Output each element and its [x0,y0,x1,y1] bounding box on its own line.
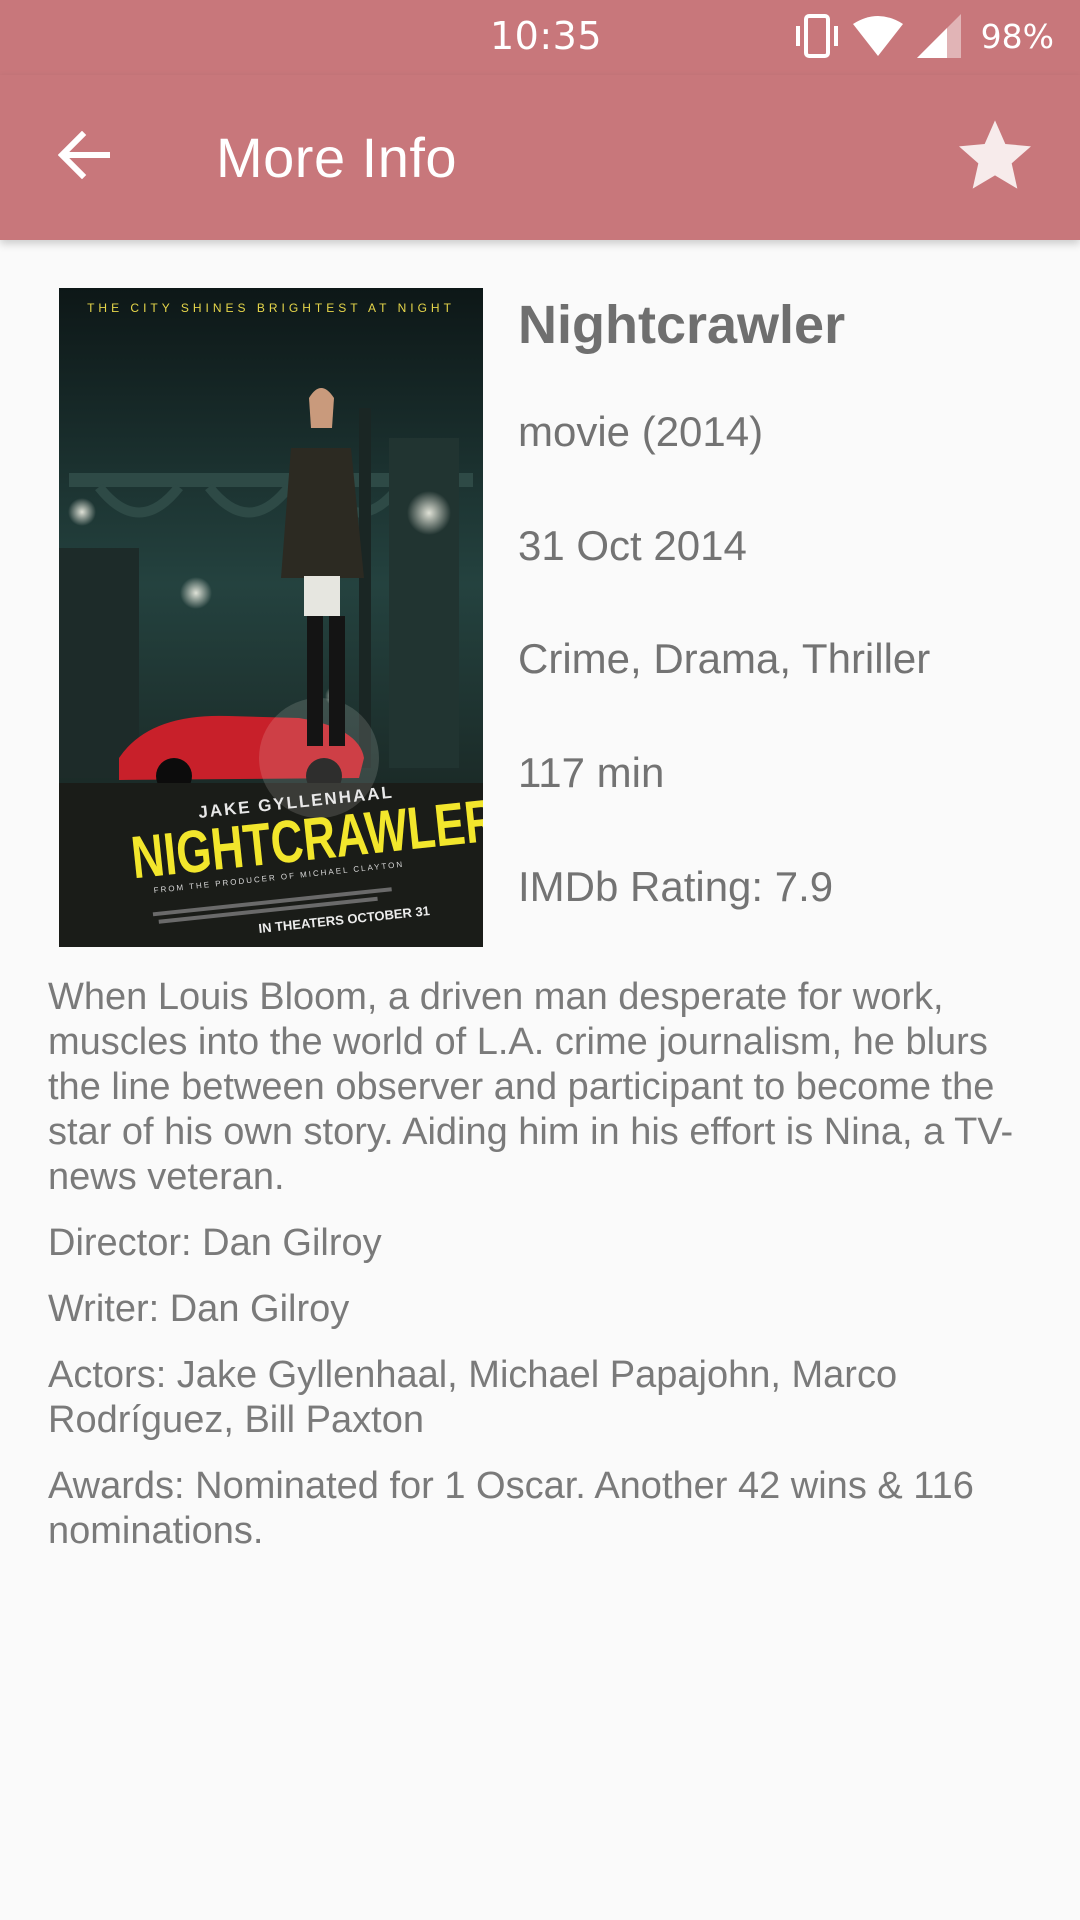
battery-percent: 98% [980,16,1054,56]
favorite-button[interactable] [950,112,1040,202]
genre: Crime, Drama, Thriller [518,635,931,682]
status-time: 10:35 [490,14,603,58]
plot: When Louis Bloom, a driven man desperate… [48,976,1014,1198]
wifi-icon [852,16,903,56]
movie-poster: THE CITY SHINES BRIGHTEST AT NIGHT JAKE … [59,288,483,947]
signal-icon [916,14,961,58]
director: Director: Dan Gilroy [48,1222,382,1264]
vibrate-icon [795,14,838,58]
app-bar: More Info [0,75,1080,240]
poster-artwork: THE CITY SHINES BRIGHTEST AT NIGHT JAKE … [59,288,483,947]
arrow-back-icon [58,131,110,179]
status-icons: 98% [795,12,1054,60]
actors: Actors: Jake Gyllenhaal, Michael Papajoh… [48,1354,898,1441]
status-bar: 10:35 98% [0,0,1080,75]
star-icon [959,120,1031,189]
imdb-rating: IMDb Rating: 7.9 [518,863,834,910]
movie-type-year: movie (2014) [518,408,764,455]
back-button[interactable] [44,115,124,195]
release-date: 31 Oct 2014 [518,522,747,569]
runtime: 117 min [518,749,665,796]
movie-info-text: When Louis Bloom, a driven man desperate… [48,975,1038,1575]
awards: Awards: Nominated for 1 Oscar. Another 4… [48,1465,974,1552]
page-title: More Info [216,126,458,189]
movie-title: Nightcrawler [518,295,846,355]
movie-details: Nightcrawler movie (2014) 31 Oct 2014 Cr… [518,290,1058,910]
poster-tagline: THE CITY SHINES BRIGHTEST AT NIGHT [87,301,455,315]
writer: Writer: Dan Gilroy [48,1288,350,1330]
